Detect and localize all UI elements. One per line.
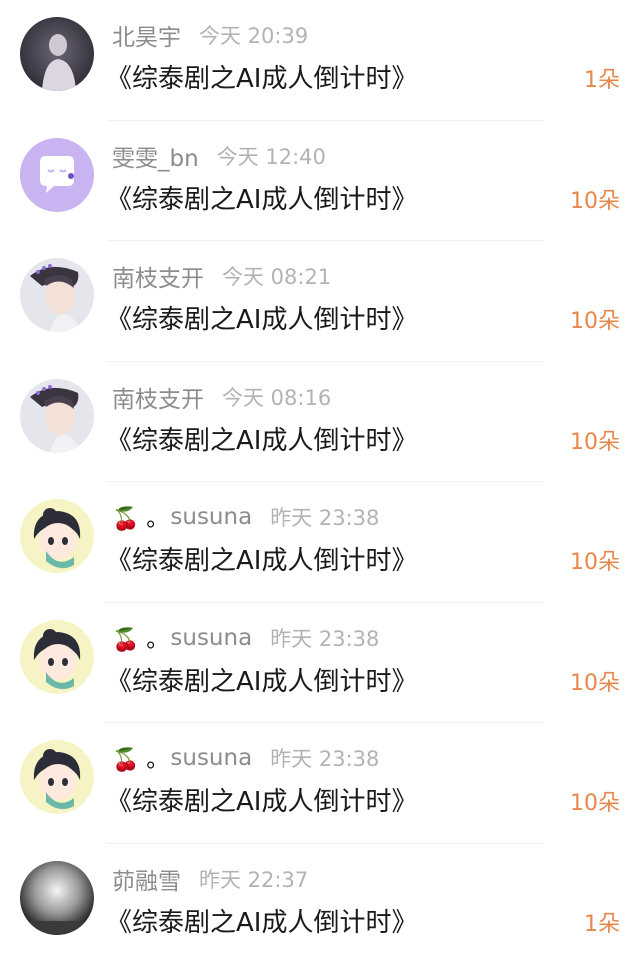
avatar[interactable] [20, 860, 94, 935]
avatar[interactable] [20, 378, 94, 453]
cherry-icon: 🍒 。 [112, 507, 169, 532]
item-meta: 🍒 。 susuna 昨天 23:38 [112, 743, 379, 773]
avatar[interactable] [20, 619, 94, 694]
item-meta: 雯雯_bn 今天 12:40 [112, 139, 326, 173]
item-meta: 北昊宇 今天 20:39 [112, 18, 309, 52]
avatar[interactable] [20, 740, 94, 814]
timestamp: 今天 08:16 [222, 385, 332, 410]
flower-count: 10朵 [570, 670, 620, 696]
portrait-avatar-icon [20, 258, 94, 332]
book-title[interactable]: 《综泰剧之AI成人倒计时》 [106, 299, 417, 336]
cherry-icon: 🍒 。 [112, 748, 169, 773]
user-name[interactable]: susuna [170, 625, 252, 651]
list-item[interactable]: 北昊宇 今天 20:39 《综泰剧之AI成人倒计时》 1朵 [0, 0, 640, 121]
flower-count: 1朵 [584, 68, 620, 93]
item-meta: 南枝支开 今天 08:16 [112, 380, 332, 414]
cartoon-avatar-icon [20, 619, 94, 694]
timestamp: 昨天 23:38 [270, 506, 380, 530]
list-item[interactable]: 🍒 。 susuna 昨天 23:38 《综泰剧之AI成人倒计时》 10朵 [0, 482, 640, 603]
cherry-icon: 🍒 。 [112, 627, 169, 653]
timestamp: 今天 12:40 [216, 144, 326, 169]
portrait-avatar-icon [20, 378, 94, 453]
item-meta: 🍒 。 susuna 昨天 23:38 [112, 502, 379, 532]
book-title[interactable]: 《综泰剧之AI成人倒计时》 [106, 420, 417, 457]
list-item[interactable]: 🍒 。 susuna 昨天 23:38 《综泰剧之AI成人倒计时》 10朵 [0, 603, 640, 723]
flower-count: 10朵 [570, 429, 620, 455]
list-item[interactable]: 南枝支开 今天 08:16 《综泰剧之AI成人倒计时》 10朵 [0, 362, 640, 482]
user-name[interactable]: 雯雯_bn [112, 139, 199, 173]
cartoon-avatar-icon [20, 740, 94, 814]
avatar[interactable] [20, 499, 94, 573]
flower-count: 10朵 [570, 188, 620, 214]
book-title[interactable]: 《综泰剧之AI成人倒计时》 [106, 540, 417, 577]
list-item[interactable]: 南枝支开 今天 08:21 《综泰剧之AI成人倒计时》 10朵 [0, 241, 640, 362]
user-name[interactable]: susuna [170, 504, 252, 530]
book-title[interactable]: 《综泰剧之AI成人倒计时》 [106, 781, 417, 818]
user-name[interactable]: 南枝支开 [112, 259, 204, 293]
item-meta: 🍒 。 susuna 昨天 23:38 [112, 623, 379, 653]
book-title[interactable]: 《综泰剧之AI成人倒计时》 [106, 661, 417, 698]
flower-count: 10朵 [570, 309, 620, 334]
avatar[interactable] [20, 137, 94, 212]
flower-count: 10朵 [570, 791, 620, 816]
sphere-avatar-icon [20, 860, 94, 935]
list-item[interactable]: 🍒 。 susuna 昨天 23:38 《综泰剧之AI成人倒计时》 10朵 [0, 723, 640, 844]
gift-record-list: 北昊宇 今天 20:39 《综泰剧之AI成人倒计时》 1朵 雯雯_bn 今天 1… [0, 0, 640, 961]
user-name[interactable]: 南枝支开 [112, 380, 204, 414]
user-name[interactable]: 茆融雪 [112, 862, 181, 896]
timestamp: 昨天 22:37 [199, 867, 309, 892]
portrait-avatar-icon [20, 17, 94, 91]
book-title[interactable]: 《综泰剧之AI成人倒计时》 [106, 179, 417, 216]
user-name[interactable]: 北昊宇 [112, 18, 181, 52]
book-title[interactable]: 《综泰剧之AI成人倒计时》 [106, 58, 417, 95]
cartoon-avatar-icon [20, 499, 94, 573]
list-item[interactable]: 茆融雪 昨天 22:37 《综泰剧之AI成人倒计时》 1朵 [0, 844, 640, 961]
avatar[interactable] [20, 17, 94, 91]
list-item[interactable]: 雯雯_bn 今天 12:40 《综泰剧之AI成人倒计时》 10朵 [0, 121, 640, 241]
chat-bubble-avatar-icon [20, 137, 94, 212]
book-title[interactable]: 《综泰剧之AI成人倒计时》 [106, 902, 417, 939]
timestamp: 昨天 23:38 [270, 626, 380, 651]
avatar[interactable] [20, 258, 94, 332]
item-meta: 南枝支开 今天 08:21 [112, 259, 332, 293]
flower-count: 1朵 [584, 911, 620, 937]
timestamp: 今天 20:39 [199, 24, 309, 48]
timestamp: 今天 08:21 [222, 265, 332, 289]
item-meta: 茆融雪 昨天 22:37 [112, 862, 309, 896]
flower-count: 10朵 [570, 550, 620, 575]
timestamp: 昨天 23:38 [270, 747, 380, 771]
user-name[interactable]: susuna [170, 745, 252, 771]
